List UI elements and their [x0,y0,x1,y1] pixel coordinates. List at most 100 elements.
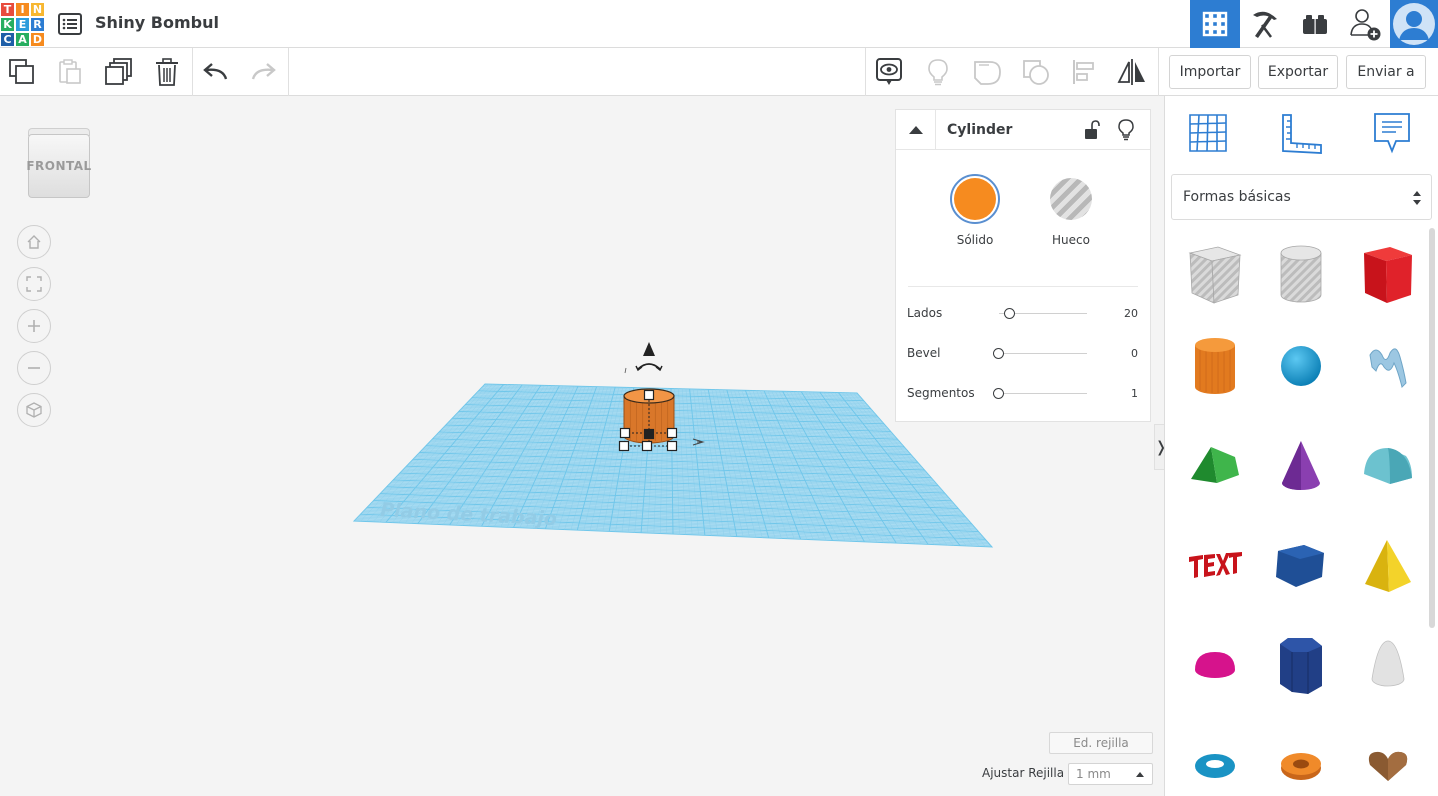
shape-polygon[interactable] [1266,526,1336,606]
shape-tube[interactable] [1266,726,1336,796]
sides-slider-handle[interactable] [1003,308,1015,319]
ruler-button[interactable] [1278,110,1324,156]
logo-letter: D [30,32,45,47]
view-cube[interactable]: FRONTAL [26,128,92,200]
bevel-slider-handle[interactable] [993,348,1004,359]
light-bulb-icon [1118,119,1134,141]
hole-pattern-swatch[interactable] [1050,178,1092,220]
segments-slider-track[interactable] [999,393,1087,394]
resize-handle[interactable] [666,440,678,452]
sphere-icon [1281,346,1321,386]
resize-handle[interactable] [643,389,655,401]
ungroup-button[interactable] [1020,56,1052,88]
copy-button[interactable] [6,56,38,88]
edit-grid-button[interactable]: Ed. rejilla [1049,732,1153,754]
bricks-view-button[interactable] [1290,0,1340,48]
collapse-inspector-button[interactable] [896,110,936,150]
resize-handle[interactable] [641,440,653,452]
workplane-icon [1189,114,1227,152]
shape-cone[interactable] [1266,426,1336,506]
user-avatar-button[interactable] [1390,0,1438,48]
3d-design-view-button[interactable] [1190,0,1240,48]
sides-value[interactable]: 20 [1124,307,1138,320]
design-list-button[interactable] [57,11,83,37]
shape-cylinder[interactable] [1180,326,1250,406]
align-button[interactable] [1068,56,1100,88]
shapes-scrollbar[interactable] [1429,228,1435,628]
edit-toolbar: Importar Exportar Enviar a [0,48,1438,96]
view-notes-icon [876,58,902,85]
send-to-button[interactable]: Enviar a [1346,55,1426,89]
mirror-button[interactable] [1116,56,1148,88]
align-icon [1073,60,1094,84]
solid-color-swatch[interactable] [954,178,996,220]
snap-grid-select[interactable]: 1 mm [1068,763,1153,785]
view-cube-label: FRONTAL [26,159,92,173]
shape-half-sphere[interactable] [1180,626,1250,706]
ruler-icon [1282,114,1322,154]
shape-hexagonal-prism[interactable] [1266,626,1336,706]
design-title[interactable]: Shiny Bombul [95,13,219,32]
delete-button[interactable] [151,56,183,88]
undo-icon [203,63,228,80]
torus-icon [1195,754,1235,778]
light-bulb-button[interactable] [922,56,954,88]
round-roof-icon [1364,448,1412,484]
shape-category-select[interactable]: Formas básicas [1171,174,1432,220]
invite-user-button[interactable] [1340,0,1390,48]
resize-handle[interactable] [666,427,678,439]
lift-arrow-handle[interactable] [643,342,655,356]
selected-cylinder[interactable] [618,388,678,452]
shape-round-roof[interactable] [1353,426,1423,506]
logo-letter: T [0,2,15,17]
minecraft-view-button[interactable] [1240,0,1290,48]
grid-view-icon [1202,11,1228,37]
group-button[interactable] [971,56,1003,88]
export-button[interactable]: Exportar [1258,55,1338,89]
redo-button[interactable] [247,56,279,88]
orthographic-view-button[interactable] [17,393,51,427]
home-view-button[interactable] [17,225,51,259]
shape-torus[interactable] [1180,726,1250,796]
resize-handle[interactable] [643,428,655,440]
shape-paraboloid[interactable] [1353,626,1423,706]
tinkercad-logo[interactable]: TINKERCAD [0,2,45,47]
zoom-in-button[interactable] [17,309,51,343]
hide-shape-button[interactable] [1114,118,1138,142]
pyramid-icon [1365,540,1411,592]
resize-handle[interactable] [618,440,630,452]
resize-handle[interactable] [619,427,631,439]
import-button[interactable]: Importar [1169,55,1251,89]
shape-roof[interactable] [1180,426,1250,506]
redo-icon [251,63,276,80]
box-hole-icon [1188,246,1242,304]
shape-sphere[interactable] [1266,326,1336,406]
cylinder-icon [1195,338,1235,394]
workplane-button[interactable] [1185,110,1231,156]
bevel-slider-track[interactable] [999,353,1087,354]
shape-box-hole[interactable] [1180,234,1250,314]
shape-heart[interactable] [1353,726,1423,796]
shape-cylinder-hole[interactable] [1266,234,1336,314]
shape-box[interactable] [1353,234,1423,314]
bevel-value[interactable]: 0 [1131,347,1138,360]
segments-slider-handle[interactable] [993,388,1004,399]
lock-shape-button[interactable] [1080,118,1104,142]
shape-name[interactable]: Cylinder [947,122,1012,138]
shape-pyramid[interactable] [1353,526,1423,606]
undo-button[interactable] [200,56,232,88]
shape-scribble[interactable] [1353,326,1423,406]
notes-button[interactable] [1369,110,1415,156]
shape-inspector: Cylinder Sólido Hueco Lados 20 Bevel 0 S… [895,109,1151,422]
show-notes-button[interactable] [873,56,905,88]
hole-material-option[interactable]: Hueco [1041,174,1101,247]
fit-view-button[interactable] [17,267,51,301]
sides-label: Lados [907,306,943,320]
solid-material-option[interactable]: Sólido [945,174,1005,247]
zoom-out-button[interactable] [17,351,51,385]
shape-text[interactable] [1180,526,1250,606]
mirror-icon [1117,59,1145,85]
duplicate-button[interactable] [103,56,135,88]
segments-value[interactable]: 1 [1131,387,1138,400]
paste-button[interactable] [54,56,86,88]
